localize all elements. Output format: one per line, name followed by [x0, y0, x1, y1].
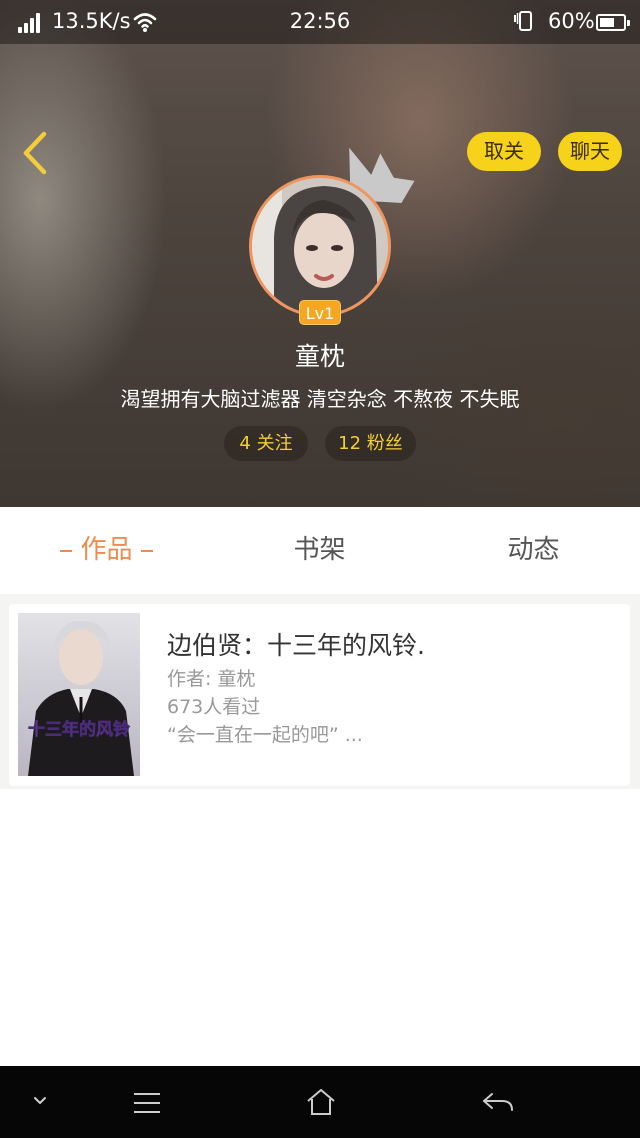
chevron-down-icon[interactable] [30, 1094, 50, 1108]
profile-header-background: 13.5K/s 22:56 60% 取关 聊天 Lv1 童枕 渴望拥有大脑过滤器… [0, 0, 640, 507]
vibrate-icon [514, 11, 532, 31]
chat-button[interactable]: 聊天 [558, 132, 622, 171]
tab-works-label: 作品 [80, 535, 133, 565]
back-button[interactable] [14, 126, 56, 180]
menu-icon[interactable] [130, 1090, 164, 1116]
tab-activity-label: 动态 [507, 535, 560, 565]
tab-works[interactable]: 作品 [0, 507, 213, 594]
book-view-count: 673人看过 [167, 696, 261, 718]
status-bar: 13.5K/s 22:56 60% [0, 0, 640, 44]
home-icon[interactable] [304, 1086, 338, 1118]
back-nav-icon[interactable] [480, 1090, 516, 1116]
profile-tabs: 作品 书架 动态 [0, 507, 640, 594]
tab-active-dash-left [60, 549, 73, 552]
clock: 22:56 [289, 9, 351, 33]
avatar-image [252, 178, 388, 314]
unfollow-button[interactable]: 取关 [467, 132, 541, 171]
tab-activity[interactable]: 动态 [427, 507, 640, 594]
avatar[interactable] [249, 175, 391, 317]
battery-icon [596, 14, 630, 31]
level-badge: Lv1 [299, 300, 341, 325]
battery-percentage: 60% [548, 9, 595, 33]
book-title: 边伯贤：十三年的风铃. [167, 631, 425, 660]
user-name: 童枕 [294, 342, 345, 371]
book-author: 作者: 童枕 [167, 668, 256, 690]
tab-active-dash-right [140, 549, 153, 552]
followers-count[interactable]: 12 粉丝 [325, 426, 416, 461]
list-item[interactable]: 十三年的风铃 边伯贤：十三年的风铃. 作者: 童枕 673人看过 “会一直在一起… [9, 604, 630, 786]
following-count[interactable]: 4 关注 [224, 426, 308, 461]
tab-bookshelf-label: 书架 [293, 535, 346, 565]
system-navigation-bar [0, 1066, 640, 1138]
profile-screen: 13.5K/s 22:56 60% 取关 聊天 Lv1 童枕 渴望拥有大脑过滤器… [0, 0, 640, 1138]
tab-bookshelf[interactable]: 书架 [213, 507, 426, 594]
user-bio: 渴望拥有大脑过滤器 清空杂念 不熬夜 不失眠 [120, 387, 520, 411]
book-cover-title: 十三年的风铃 [28, 719, 130, 740]
book-excerpt: “会一直在一起的吧” ... [167, 724, 363, 746]
book-cover: 十三年的风铃 [18, 613, 140, 776]
book-cover-image: 十三年的风铃 [18, 613, 140, 776]
works-list: 十三年的风铃 边伯贤：十三年的风铃. 作者: 童枕 673人看过 “会一直在一起… [0, 594, 640, 789]
